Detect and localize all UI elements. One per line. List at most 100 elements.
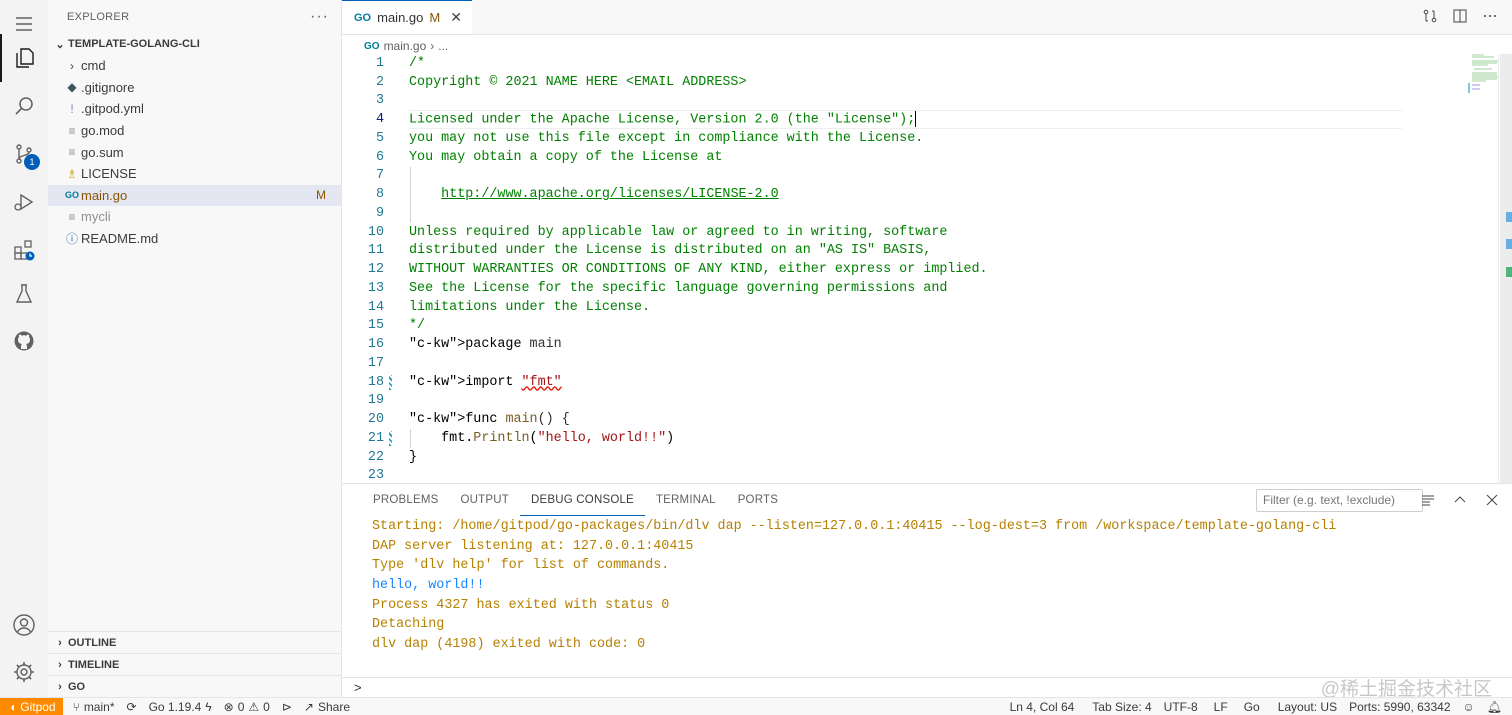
code-text: You may obtain a copy of the License at: [409, 149, 723, 165]
error-count: 0: [237, 699, 245, 714]
share-button[interactable]: ↗ Share: [298, 698, 356, 715]
go-version[interactable]: Go 1.19.4 ϟ: [143, 698, 218, 715]
github-icon[interactable]: [0, 317, 48, 365]
panel-actions: [1420, 492, 1500, 511]
explorer-icon[interactable]: [0, 34, 48, 82]
search-icon[interactable]: [0, 82, 48, 130]
git-branch-icon: ⑂: [72, 699, 80, 714]
file-tree-item[interactable]: ≡ go.sum: [48, 141, 341, 163]
section-outline[interactable]: › OUTLINE: [48, 631, 342, 653]
tab-problems[interactable]: PROBLEMS: [362, 484, 450, 516]
maximize-panel-icon[interactable]: [1452, 492, 1468, 511]
file-tree-item[interactable]: ≡ go.mod: [48, 120, 341, 142]
file-tree-item-label: go.mod: [81, 123, 125, 139]
modified-line-indicator[interactable]: [389, 374, 392, 390]
section-timeline[interactable]: › TIMELINE: [48, 653, 342, 675]
line-number: 10: [367, 224, 384, 240]
debug-console-input[interactable]: >: [342, 677, 1512, 697]
tab-debug-console[interactable]: DEBUG CONSOLE: [520, 484, 645, 516]
cursor-position[interactable]: Ln 4, Col 64: [1004, 698, 1081, 715]
line-number: 19: [367, 393, 384, 409]
line-number: 11: [367, 243, 384, 259]
file-tree-item[interactable]: ◆ .gitignore: [48, 77, 341, 99]
branch-indicator[interactable]: ⑂ main*: [63, 698, 121, 715]
code-line: 11 distributed under the License is distr…: [342, 242, 1402, 261]
end-of-line[interactable]: LF: [1204, 698, 1234, 715]
file-tree: › cmd ◆ .gitignore! .gitpod.yml ≡ go.mod ≡ go.su…: [48, 55, 341, 249]
file-tree-item[interactable]: ⓘ README.md: [48, 228, 341, 250]
line-number: 4: [375, 112, 384, 128]
vscode-window: 1 EXPLORER ··· ⌄ TEMPLATE-GOLANG-CLI › c…: [0, 0, 1512, 715]
notifications-button[interactable]: 🔔︎: [1481, 698, 1508, 715]
clear-console-icon[interactable]: [1420, 492, 1436, 511]
run-debug-icon[interactable]: [0, 178, 48, 226]
workspace-folder[interactable]: ⌄ TEMPLATE-GOLANG-CLI: [48, 33, 341, 55]
explorer-title: EXPLORER: [67, 10, 130, 23]
settings-gear-icon[interactable]: [0, 648, 48, 696]
keyboard-layout[interactable]: Layout: US: [1266, 698, 1343, 715]
encoding[interactable]: UTF-8: [1158, 698, 1204, 715]
minimap[interactable]: [1406, 54, 1498, 94]
breadcrumb-file[interactable]: main.go: [384, 39, 427, 53]
text-cursor: [915, 111, 917, 128]
file-tree-item[interactable]: ♗ LICENSE: [48, 163, 341, 185]
problems-indicator[interactable]: ⊗ 0 ⚠ 0: [218, 698, 276, 715]
open-changes-icon[interactable]: [1422, 8, 1438, 24]
feedback-button[interactable]: ☺: [1457, 698, 1481, 715]
extensions-icon[interactable]: [0, 226, 48, 274]
section-go-label: GO: [68, 680, 86, 693]
code-text: Copyright © 2021 NAME HERE <EMAIL ADDRES…: [409, 74, 747, 90]
file-tree-item[interactable]: ! .gitpod.yml: [48, 98, 341, 120]
more-actions-icon[interactable]: [1482, 8, 1498, 24]
tab-main-go[interactable]: GO main.go M ✕: [342, 0, 472, 34]
section-go[interactable]: › GO: [48, 675, 342, 697]
tab-ports[interactable]: PORTS: [727, 484, 789, 516]
console-line: Starting: /home/gitpod/go-packages/bin/d…: [372, 519, 1337, 534]
code-line: 4 Licensed under the Apache License, Vers…: [342, 110, 1402, 129]
code-editor[interactable]: 1 /* 2 Copyright © 2021 NAME HERE <EMAIL AD…: [342, 54, 1402, 485]
line-number: 2: [375, 74, 384, 90]
tab-size[interactable]: Tab Size: 4: [1080, 698, 1157, 715]
breadcrumb-symbol[interactable]: ...: [438, 39, 448, 53]
line-number: 3: [375, 93, 384, 109]
chevron-right-icon: ›: [70, 58, 74, 73]
code-line: 2 Copyright © 2021 NAME HERE <EMAIL ADDRE…: [342, 73, 1402, 92]
workspace-folder-label: TEMPLATE-GOLANG-CLI: [68, 38, 200, 50]
editor-scrollbar[interactable]: [1498, 54, 1512, 483]
modified-line-indicator[interactable]: [389, 431, 392, 446]
line-number: 7: [375, 168, 384, 184]
split-editor-icon[interactable]: [1452, 8, 1468, 24]
code-text: http://www.apache.org/licenses/LICENSE-2…: [441, 187, 779, 203]
remote-indicator[interactable]: ◖ Gitpod: [0, 697, 63, 715]
sync-button[interactable]: ⟳: [121, 698, 143, 715]
text-file-icon: ≡: [68, 123, 76, 138]
testing-icon[interactable]: [0, 270, 48, 318]
console-line: dlv dap (4198) exited with code: 0: [372, 637, 646, 653]
more-actions-icon[interactable]: ···: [310, 8, 329, 26]
line-number: 5: [375, 130, 384, 146]
file-tree-item[interactable]: ≡ mycli: [48, 206, 341, 228]
file-tree-item[interactable]: GO main.go M: [48, 184, 341, 207]
file-tree-item[interactable]: › cmd: [48, 55, 341, 77]
file-tree-item-label: README.md: [81, 231, 159, 247]
tab-output[interactable]: OUTPUT: [450, 484, 520, 516]
tab-terminal[interactable]: TERMINAL: [645, 484, 727, 516]
code-text: }: [409, 449, 418, 465]
close-panel-icon[interactable]: [1484, 492, 1500, 511]
code-line: 9: [342, 204, 1402, 223]
console-line: DAP server listening at: 127.0.0.1:40415: [372, 538, 694, 554]
code-line: 1 /*: [342, 54, 1402, 73]
accounts-icon[interactable]: [0, 601, 48, 649]
code-text: fmt.Println("hello, world!!"): [409, 430, 675, 446]
code-text: See the License for the specific languag…: [409, 280, 948, 296]
source-control-icon[interactable]: 1: [0, 130, 48, 178]
language-mode[interactable]: Go: [1234, 698, 1266, 715]
ports-indicator[interactable]: Ports: 5990, 63342: [1343, 698, 1456, 715]
filter-input[interactable]: Filter (e.g. text, !exclude): [1256, 489, 1423, 512]
debug-button[interactable]: ⊳: [276, 698, 298, 715]
line-number: 1: [375, 55, 384, 71]
code-text: */: [409, 318, 426, 334]
close-icon[interactable]: ✕: [450, 9, 462, 26]
scm-badge: 1: [24, 154, 40, 170]
code-line: 7: [342, 167, 1402, 186]
